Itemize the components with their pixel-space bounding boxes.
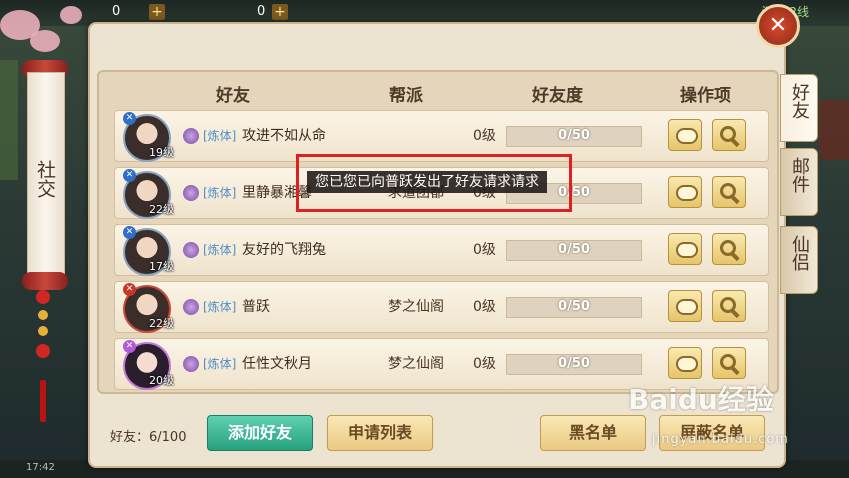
tassel-knot (36, 290, 50, 304)
tab-friends-label: 好友 (789, 83, 810, 119)
currency-value-1: 0 (112, 4, 121, 19)
tab-mail-label: 邮件 (789, 157, 810, 193)
column-header-affinity: 好友度 (532, 86, 583, 106)
affinity-level: 0级 (473, 356, 496, 372)
affinity-bar: 0/50 (506, 126, 642, 147)
chat-button[interactable] (668, 119, 702, 151)
class-icon: ✕ (123, 340, 136, 353)
tab-mail[interactable]: 邮件 (780, 148, 818, 216)
tassel-decoration (36, 290, 50, 430)
level-label: 17级 (149, 260, 174, 273)
close-icon[interactable]: ✕ (756, 4, 800, 48)
column-header-friend: 好友 (216, 86, 250, 106)
game-left-hud (0, 60, 18, 180)
scroll-label-text: 社交 (34, 160, 56, 198)
class-icon: ✕ (123, 226, 136, 239)
add-currency-1-icon[interactable]: + (149, 4, 165, 20)
social-scroll: 社交 (22, 60, 68, 290)
column-header-actions: 操作项 (680, 86, 731, 106)
game-right-hud (819, 100, 849, 160)
level-label: 22级 (149, 203, 174, 216)
level-label: 20级 (149, 374, 174, 387)
affinity-level: 0级 (473, 242, 496, 258)
affinity-progress: 0/50 (558, 356, 590, 371)
sect-icon (183, 356, 199, 372)
affinity-progress: 0/50 (558, 128, 590, 143)
friend-name: 普跃 (242, 299, 270, 315)
tassel-knot (36, 344, 50, 358)
view-profile-button[interactable] (712, 233, 746, 265)
class-tag: [炼体] (203, 243, 237, 257)
tassel-fringe (40, 380, 46, 422)
friend-request-toast: 您已您已向普跃发出了好友请求请求 (296, 154, 572, 212)
class-icon: ✕ (123, 112, 136, 125)
tab-friends[interactable]: 好友 (780, 74, 818, 142)
view-profile-button[interactable] (712, 347, 746, 379)
guild-name: 梦之仙阁 (388, 299, 444, 315)
add-friend-button[interactable]: 添加好友 (207, 415, 313, 451)
sect-icon (183, 185, 199, 201)
blossom-decoration (60, 6, 82, 24)
affinity-bar: 0/50 (506, 240, 642, 261)
tab-companion[interactable]: 仙侣 (780, 226, 818, 294)
friend-row[interactable]: ✕ 17级 [炼体] 友好的飞翔兔 0级 0/50 (114, 224, 769, 276)
class-tag: [炼体] (203, 129, 237, 143)
view-profile-button[interactable] (712, 290, 746, 322)
affinity-progress: 0/50 (558, 242, 590, 257)
watermark-brand: Baidu经验 (628, 383, 774, 416)
sect-icon (183, 128, 199, 144)
column-header-guild: 帮派 (389, 86, 423, 106)
affinity-level: 0级 (473, 128, 496, 144)
add-currency-2-icon[interactable]: + (272, 4, 288, 20)
tab-companion-label: 仙侣 (789, 235, 810, 271)
toast-message: 您已您已向普跃发出了好友请求请求 (307, 171, 547, 193)
class-tag: [炼体] (203, 186, 237, 200)
request-list-button[interactable]: 申请列表 (327, 415, 433, 451)
scroll-roller-bottom (22, 272, 68, 290)
affinity-bar: 0/50 (506, 354, 642, 375)
class-tag: [炼体] (203, 300, 237, 314)
tassel-bead (38, 326, 48, 336)
sect-icon (183, 299, 199, 315)
friend-name: 任性文秋月 (242, 356, 312, 372)
chat-button[interactable] (668, 347, 702, 379)
view-profile-button[interactable] (712, 119, 746, 151)
clock-text: 17:42 (26, 462, 55, 473)
affinity-progress: 0/50 (558, 299, 590, 314)
level-label: 22级 (149, 317, 174, 330)
chat-button[interactable] (668, 233, 702, 265)
friend-name: 友好的飞翔兔 (242, 242, 326, 258)
friend-count: 好友：6/100 (110, 430, 187, 445)
affinity-level: 0级 (473, 299, 496, 315)
affinity-bar: 0/50 (506, 297, 642, 318)
tassel-bead (38, 310, 48, 320)
watermark-url: jingyan.baidu.com (652, 432, 789, 447)
scroll-label: 社交 (27, 160, 63, 207)
friend-name: 攻进不如从命 (242, 128, 326, 144)
friend-row[interactable]: ✕ 22级 [炼体] 普跃 梦之仙阁 0级 0/50 (114, 281, 769, 333)
class-tag: [炼体] (203, 357, 237, 371)
class-icon: ✕ (123, 169, 136, 182)
currency-value-2: 0 (257, 4, 266, 19)
guild-name: 梦之仙阁 (388, 356, 444, 372)
sect-icon (183, 242, 199, 258)
blossom-decoration (30, 30, 60, 52)
chat-button[interactable] (668, 176, 702, 208)
level-label: 19级 (149, 146, 174, 159)
view-profile-button[interactable] (712, 176, 746, 208)
class-icon: ✕ (123, 283, 136, 296)
baidu-watermark: Baidu经验 jingyan.baidu.com (628, 378, 848, 464)
chat-button[interactable] (668, 290, 702, 322)
